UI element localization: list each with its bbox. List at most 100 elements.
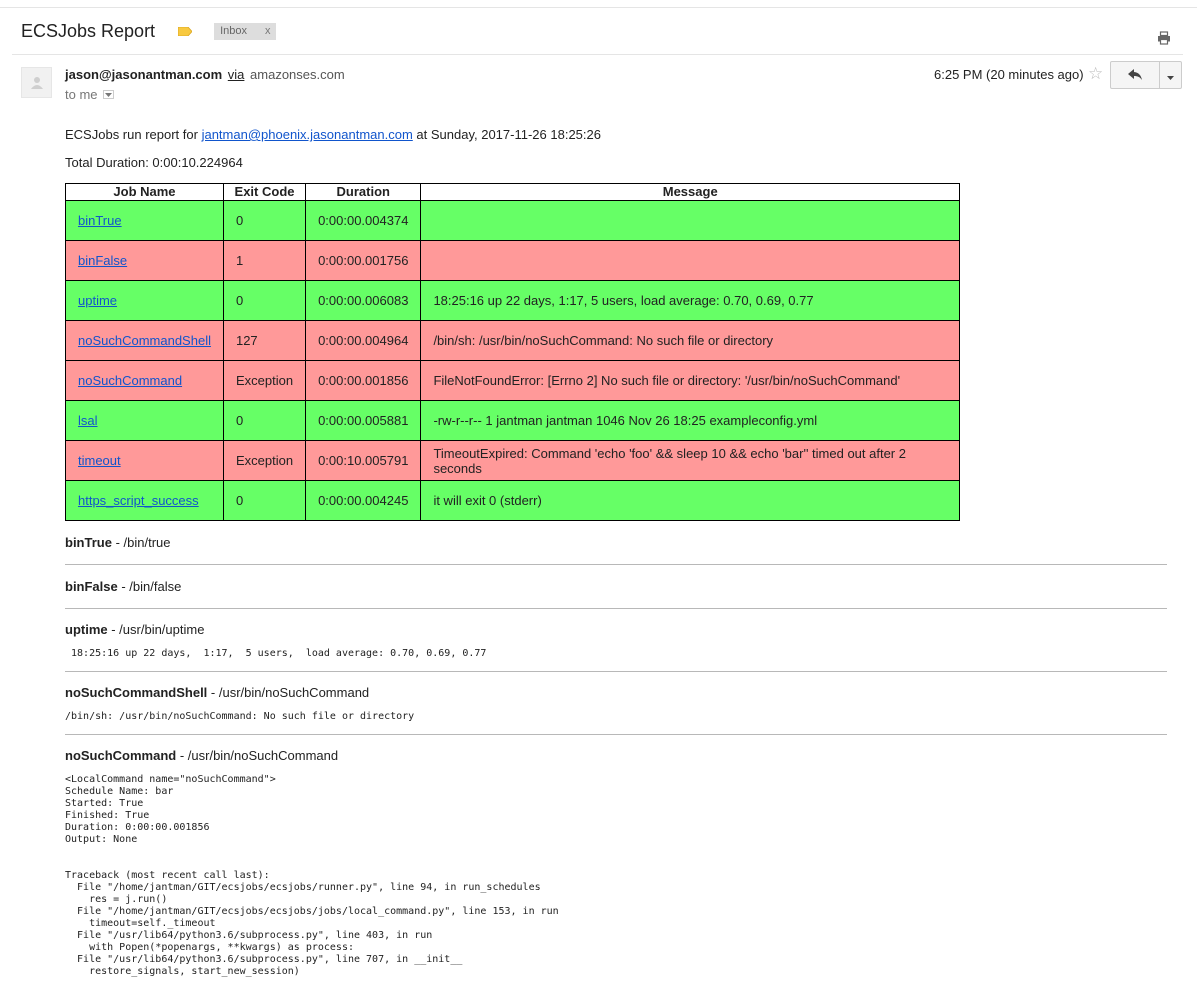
email-subject: ECSJobs Report [21,20,156,41]
job-detail-command: - /usr/bin/noSuchCommand [207,685,370,700]
message-cell: FileNotFoundError: [Errno 2] No such fil… [420,360,960,401]
table-row: binFalse 1 0:00:00.001756 [65,240,960,281]
print-icon[interactable] [1157,31,1171,45]
message-cell: TimeoutExpired: Command 'echo 'foo' && s… [420,440,960,481]
job-name-link[interactable]: binFalse [78,253,127,268]
job-detail-command: - /bin/false [117,579,182,594]
message-cell [420,200,960,241]
job-detail-nosuchcommand: noSuchCommand - /usr/bin/noSuchCommand <… [65,747,1167,978]
job-detail-name: noSuchCommand [65,748,177,763]
column-header: Job Name [65,183,224,201]
table-row: lsal 0 0:00:00.005881 -rw-r--r-- 1 jantm… [65,400,960,441]
table-row: timeout Exception 0:00:10.005791 Timeout… [65,440,960,481]
timestamp: 6:25 PM (20 minutes ago) [934,67,1084,82]
job-name-cell: binTrue [65,200,224,241]
divider [65,671,1167,672]
intro-link[interactable]: jantman@phoenix.jasonantman.com [202,127,413,142]
job-name-link[interactable]: uptime [78,293,117,308]
duration-cell: 0:00:00.004245 [305,480,422,521]
via-domain: amazonses.com [250,67,345,82]
exit-code-cell: 1 [222,240,307,281]
total-duration: Total Duration: 0:00:10.224964 [65,155,243,170]
intro-text: ECSJobs run report for jantman@phoenix.j… [65,126,1167,143]
table-row: noSuchCommandShell 127 0:00:00.004964 /b… [65,320,960,361]
inbox-label-chip[interactable]: Inbox x [214,22,277,40]
intro-prefix: ECSJobs run report for [65,127,198,142]
duration-cell: 0:00:00.004374 [305,200,422,241]
duration-cell: 0:00:00.001756 [305,240,422,281]
job-name-cell: noSuchCommand [65,360,224,401]
table-row: noSuchCommand Exception 0:00:00.001856 F… [65,360,960,401]
remove-label-button[interactable]: x [265,25,271,37]
job-name-link[interactable]: timeout [78,453,121,468]
label-icon[interactable] [178,26,193,36]
job-name-cell: lsal [65,400,224,441]
duration-cell: 0:00:00.004964 [305,320,422,361]
table-row: https_script_success 0 0:00:00.004245 it… [65,480,960,521]
job-output: 18:25:16 up 22 days, 1:17, 5 users, load… [65,648,487,659]
job-name-link[interactable]: https_script_success [78,493,199,508]
sender-email[interactable]: jason@jasonantman.com [65,67,222,82]
header-divider [12,54,1183,55]
star-icon[interactable]: ☆ [1088,64,1103,84]
job-detail-name: uptime [65,622,108,637]
job-name-cell: uptime [65,280,224,321]
message-cell: -rw-r--r-- 1 jantman jantman 1046 Nov 26… [420,400,960,441]
job-name-cell: noSuchCommandShell [65,320,224,361]
recipient-text: to me [65,87,98,102]
job-detail-binfalse: binFalse - /bin/false [65,578,1167,609]
job-name-link[interactable]: noSuchCommandShell [78,333,211,348]
duration-cell: 0:00:00.006083 [305,280,422,321]
message-cell: /bin/sh: /usr/bin/noSuchCommand: No such… [420,320,960,361]
job-detail-command: - /usr/bin/uptime [107,622,205,637]
job-name-cell: timeout [65,440,224,481]
top-divider [0,7,1197,8]
job-detail-heading: noSuchCommandShell - /usr/bin/noSuchComm… [65,684,1167,701]
message-body: ECSJobs run report for jantman@phoenix.j… [65,126,1167,978]
exit-code-cell: 0 [222,200,307,241]
job-name-cell: https_script_success [65,480,224,521]
job-detail-name: binTrue [65,535,112,550]
job-detail-command: - /usr/bin/noSuchCommand [176,748,339,763]
job-detail-bintrue: binTrue - /bin/true [65,534,1167,565]
sender-line: jason@jasonantman.com via amazonses.com [65,67,345,82]
more-icon [1167,68,1174,83]
exit-code-cell: Exception [222,360,307,401]
job-results-table: Job Name Exit Code Duration Message binT… [65,183,960,521]
duration-cell: 0:00:10.005791 [305,440,422,481]
dropdown-icon[interactable] [102,90,114,99]
divider [65,564,1167,565]
job-detail-heading: uptime - /usr/bin/uptime [65,621,1167,638]
job-detail-heading: binFalse - /bin/false [65,578,1167,595]
column-header: Duration [305,183,422,201]
avatar-icon [21,67,52,98]
divider [65,608,1167,609]
job-name-cell: binFalse [65,240,224,281]
job-name-link[interactable]: lsal [78,413,98,428]
inbox-label-text: Inbox [220,25,247,37]
job-detail-name: binFalse [65,579,118,594]
reply-button[interactable] [1110,61,1160,89]
table-header-row: Job Name Exit Code Duration Message [65,183,960,201]
table-row: binTrue 0 0:00:00.004374 [65,200,960,241]
message-cell: it will exit 0 (stderr) [420,480,960,521]
subject-row: ECSJobs Report Inbox x [21,19,277,43]
job-output: <LocalCommand name="noSuchCommand"> Sche… [65,774,559,977]
job-detail-name: noSuchCommandShell [65,685,208,700]
job-detail-heading: noSuchCommand - /usr/bin/noSuchCommand [65,747,1167,764]
via-link[interactable]: via [228,67,245,82]
table-row: uptime 0 0:00:00.006083 18:25:16 up 22 d… [65,280,960,321]
job-name-link[interactable]: noSuchCommand [78,373,182,388]
divider [65,734,1167,735]
job-name-link[interactable]: binTrue [78,213,122,228]
message-cell: 18:25:16 up 22 days, 1:17, 5 users, load… [420,280,960,321]
exit-code-cell: 127 [222,320,307,361]
recipient-line: to me [65,87,114,102]
exit-code-cell: 0 [222,280,307,321]
job-detail-heading: binTrue - /bin/true [65,534,1167,551]
job-detail-uptime: uptime - /usr/bin/uptime 18:25:16 up 22 … [65,621,1167,672]
job-output: /bin/sh: /usr/bin/noSuchCommand: No such… [65,711,415,722]
more-options-button[interactable] [1159,61,1182,89]
job-detail-command: - /bin/true [111,535,171,550]
exit-code-cell: 0 [222,400,307,441]
